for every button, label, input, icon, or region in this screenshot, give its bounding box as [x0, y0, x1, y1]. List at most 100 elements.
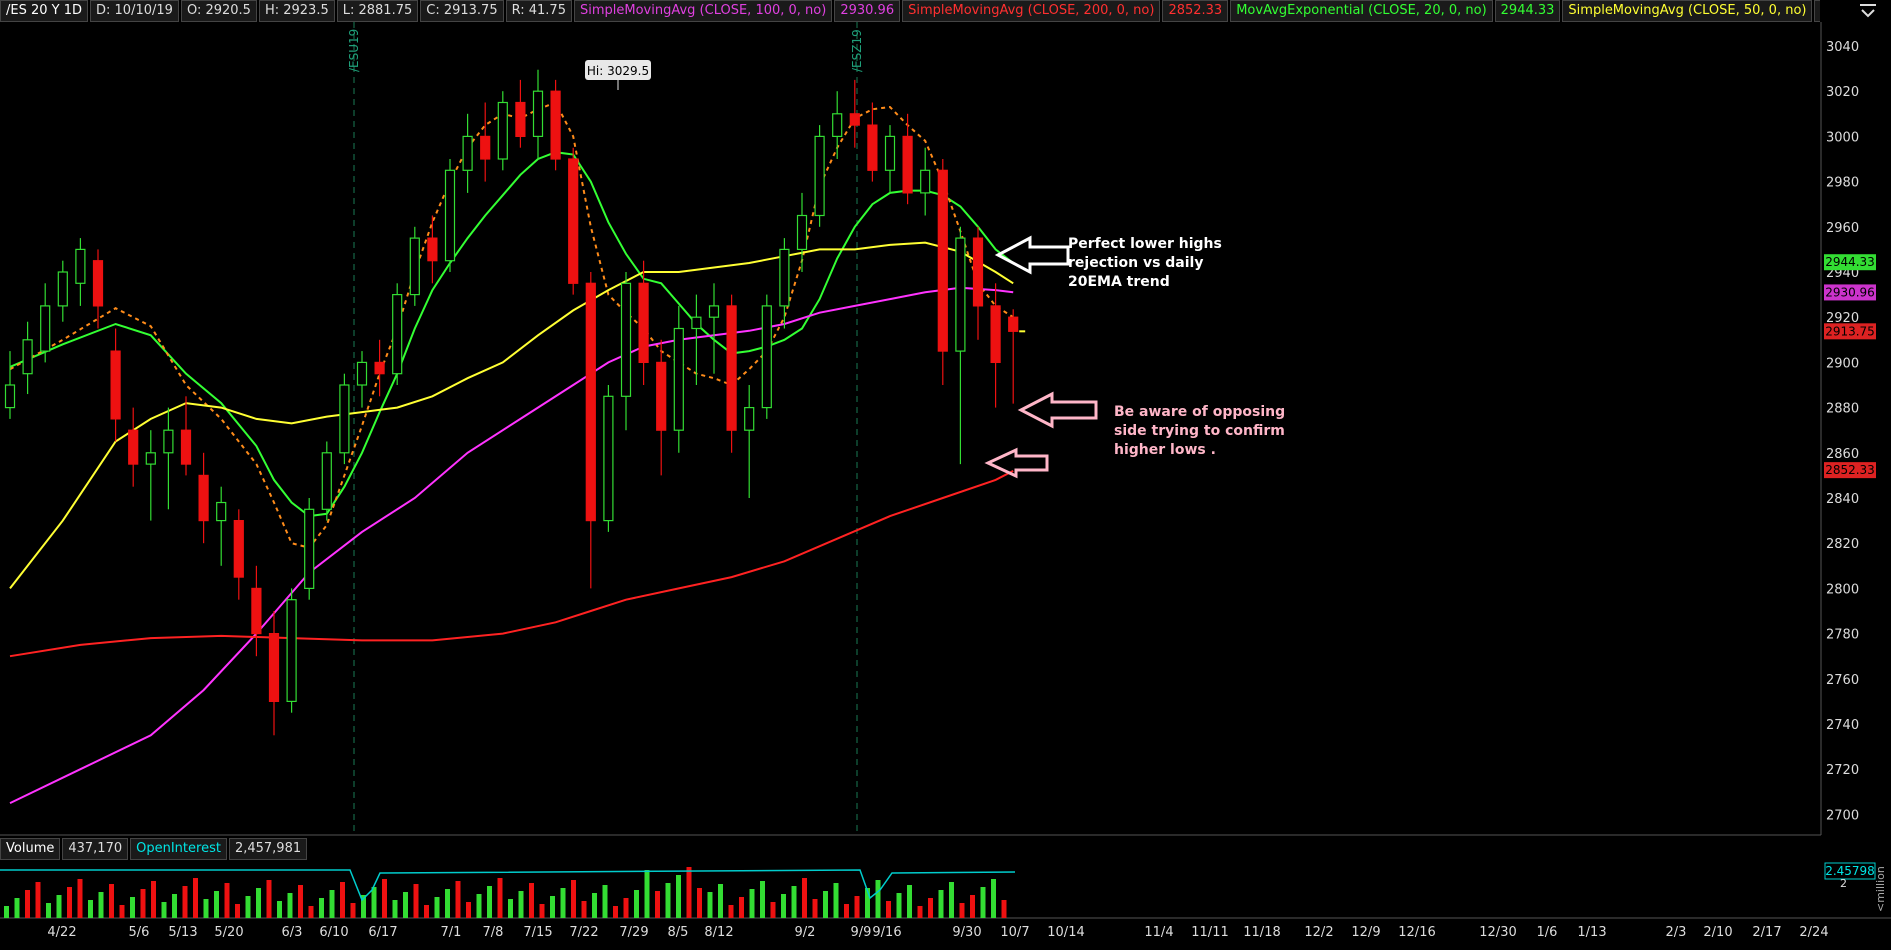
- candle-body: [75, 248, 86, 284]
- open-interest-value: 2,457,981: [228, 838, 308, 860]
- volume-bar: [466, 902, 471, 918]
- study-value-0: 2930.96: [834, 0, 901, 22]
- x-tick-label: 9/2: [795, 925, 816, 940]
- volume-bar: [98, 892, 104, 918]
- price-label: 2930.96: [1825, 285, 1875, 299]
- volume-value: 437,170: [62, 838, 129, 860]
- y-tick-label: 2760: [1826, 673, 1859, 688]
- x-tick-label: 12/16: [1398, 925, 1435, 940]
- volume-bar: [991, 879, 996, 918]
- volume-tick-2: 2: [1840, 877, 1847, 890]
- study-label-2[interactable]: MovAvgExponential (CLOSE, 20, 0, no): [1230, 0, 1493, 22]
- volume-bar: [854, 896, 860, 918]
- candle-body: [744, 407, 755, 431]
- y-tick-label: 2980: [1826, 176, 1859, 191]
- volume-bar: [760, 881, 765, 918]
- volume-bar: [235, 904, 240, 918]
- candle-body: [796, 214, 808, 251]
- volume-bar: [14, 898, 20, 918]
- open-label: O: 2920.5: [180, 0, 257, 22]
- volume-bar: [77, 879, 83, 918]
- study-label-1[interactable]: SimpleMovingAvg (CLOSE, 200, 0, no): [902, 0, 1161, 22]
- x-tick-label: 5/20: [214, 925, 243, 940]
- study-label-0[interactable]: SimpleMovingAvg (CLOSE, 100, 0, no): [573, 0, 833, 22]
- volume-bar: [224, 883, 230, 918]
- volume-bar: [802, 878, 807, 918]
- volume-bar: [424, 905, 429, 918]
- volume-bar: [749, 889, 755, 918]
- volume-bar: [980, 887, 986, 918]
- date-label: D: 10/10/19: [90, 0, 179, 22]
- candle-body: [620, 282, 632, 397]
- x-tick-label: 9/9: [851, 925, 872, 940]
- study-label-3[interactable]: SimpleMovingAvg (CLOSE, 50, 0, no): [1562, 0, 1813, 22]
- volume-bar: [539, 904, 545, 918]
- volume-bar: [329, 890, 335, 918]
- candle-body: [779, 248, 790, 307]
- volume-bar: [434, 897, 440, 918]
- candle-body: [937, 169, 948, 352]
- volume-bar: [1001, 900, 1007, 918]
- candle-body: [145, 452, 156, 465]
- x-tick-label: 4/22: [47, 925, 76, 940]
- x-tick-label: 1/6: [1537, 925, 1558, 940]
- x-tick-label: 7/8: [483, 925, 504, 940]
- symbol-label[interactable]: /ES 20 Y 1D: [0, 0, 89, 22]
- candle-body: [867, 124, 878, 171]
- candle-body: [603, 395, 614, 522]
- y-tick-label: 2860: [1826, 447, 1859, 462]
- volume-bar: [340, 882, 345, 918]
- roll-label: /ESZ19: [850, 29, 864, 72]
- volume-bar: [592, 893, 597, 918]
- volume-header: Volume 437,170 OpenInterest 2,457,981: [0, 838, 309, 860]
- x-tick-label: 7/15: [523, 925, 552, 940]
- candle-body: [920, 169, 931, 194]
- volume-bar: [823, 891, 828, 918]
- open-interest-label: OpenInterest: [130, 838, 227, 860]
- x-tick-label: 11/11: [1191, 925, 1228, 940]
- volume-bar: [707, 892, 713, 918]
- y-tick-label: 2700: [1826, 808, 1859, 823]
- volume-bar: [88, 900, 93, 918]
- volume-bar: [886, 901, 891, 918]
- y-tick-label: 2800: [1826, 582, 1859, 597]
- chart-canvas[interactable]: /ESU19/ESZ19 2700 2720 2740 2760 2780 2800 282…: [0, 0, 1891, 950]
- volume-bar: [182, 886, 188, 918]
- volume-bar: [35, 882, 41, 918]
- volume-bar: [518, 891, 524, 918]
- x-tick-label: 9/30: [952, 925, 981, 940]
- menu-icon[interactable]: [1857, 2, 1879, 20]
- candle-body: [568, 158, 579, 284]
- candle-body: [902, 135, 913, 194]
- price-label: 2913.75: [1825, 324, 1875, 338]
- volume-bar: [382, 879, 387, 918]
- volume-bar: [193, 878, 198, 918]
- candle-body: [990, 305, 1001, 363]
- high-label: H: 2923.5: [258, 0, 335, 22]
- volume-bar: [697, 888, 702, 918]
- candle-body: [761, 305, 772, 409]
- volume-bar: [686, 867, 692, 918]
- volume-bar: [634, 890, 639, 918]
- price-label: 2944.33: [1825, 255, 1875, 269]
- volume-bar: [151, 881, 156, 918]
- x-tick-label: 2/24: [1799, 925, 1828, 940]
- candle-body: [110, 350, 121, 420]
- candle-body: [1008, 316, 1019, 332]
- volume-bar: [728, 905, 734, 918]
- volume-bar: [245, 896, 251, 918]
- candle-body: [216, 501, 227, 522]
- candle-body: [462, 135, 473, 171]
- volume-bar: [896, 893, 902, 918]
- volume-bar: [119, 905, 125, 918]
- x-tick-label: 5/13: [168, 925, 197, 940]
- volume-bar: [308, 906, 314, 918]
- x-tick-label: 1/13: [1577, 925, 1606, 940]
- candle-body: [480, 135, 491, 160]
- volume-bar: [203, 899, 209, 918]
- candle-body: [40, 305, 51, 352]
- x-tick-label: 6/3: [282, 925, 303, 940]
- y-tick-label: 2740: [1826, 718, 1859, 733]
- x-tick-label: 12/30: [1479, 925, 1516, 940]
- volume-bar: [25, 890, 30, 918]
